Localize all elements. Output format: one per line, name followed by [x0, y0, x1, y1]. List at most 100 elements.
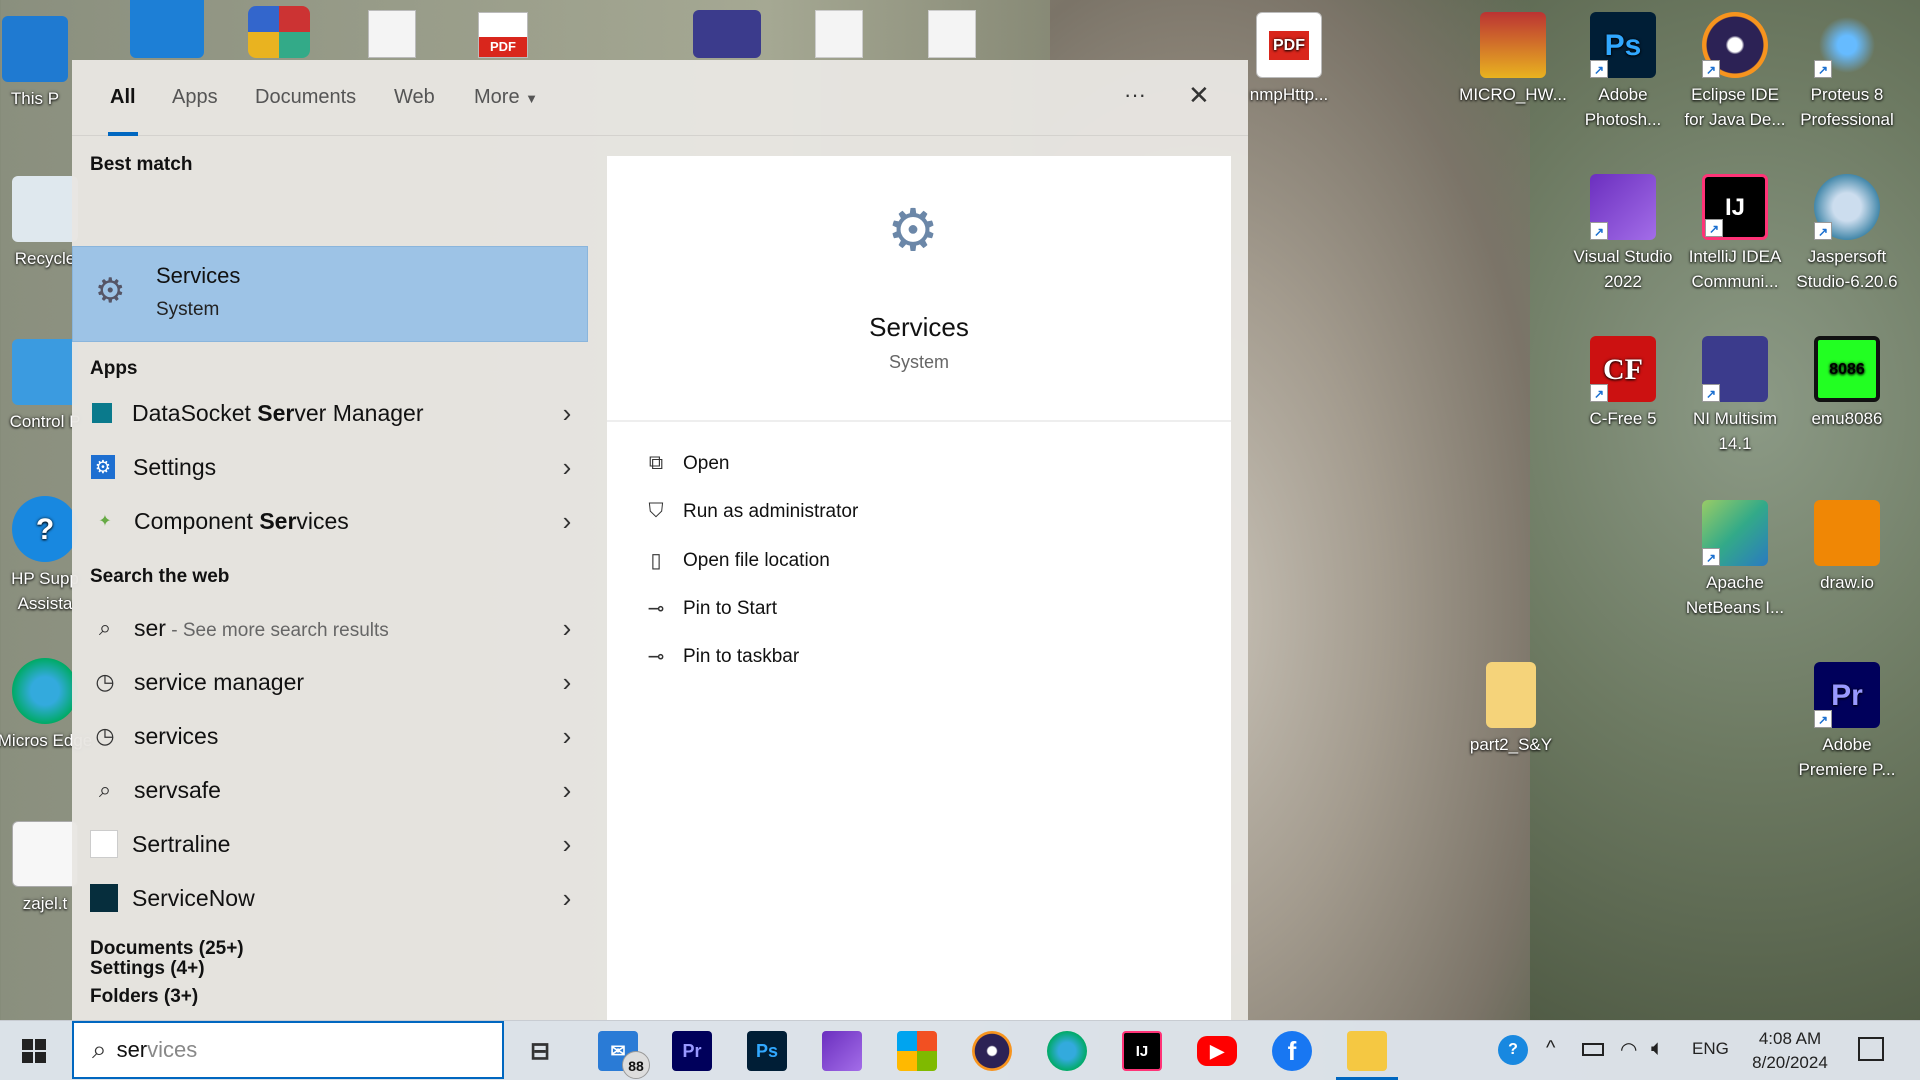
desktop-icon-eclipse[interactable]: ↗ Eclipse IDE for Java De... — [1680, 6, 1790, 132]
wifi-icon[interactable]: ◠ — [1620, 1037, 1637, 1062]
close-button[interactable]: ✕ — [1188, 80, 1210, 111]
battery-icon[interactable] — [1582, 1043, 1604, 1056]
app-result-label: Settings — [133, 454, 547, 481]
search-icon: ⌕ — [98, 615, 112, 640]
desktop-icon-intellij[interactable]: IJ ↗ IntelliJ IDEA Communi... — [1680, 168, 1790, 294]
photoshop-icon[interactable]: Ps — [747, 1031, 787, 1071]
volume-icon[interactable]: 🔈︎ — [1651, 1035, 1664, 1061]
label-part: ver Manager — [294, 399, 424, 426]
pin-icon: ⊸ — [647, 598, 665, 620]
start-button[interactable] — [22, 1039, 46, 1063]
desktop-icon-photoshop[interactable]: Ps ↗ Adobe Photosh... — [1568, 6, 1678, 132]
chevron-right-icon[interactable]: › — [547, 829, 587, 860]
app-cube-icon[interactable] — [248, 6, 310, 58]
file-explorer-icon[interactable] — [1347, 1031, 1387, 1071]
sertraline-icon — [90, 830, 118, 858]
chevron-right-icon[interactable]: › — [547, 452, 587, 483]
shortcut-arrow-icon: ↗ — [1590, 384, 1608, 402]
desktop-icon-cfree[interactable]: CF ↗ C-Free 5 — [1568, 330, 1678, 431]
desktop-icon-label: Apache NetBeans I... — [1685, 573, 1785, 617]
history-icon: ◷ — [95, 669, 115, 694]
desktop-icon-micro-hw[interactable]: MICRO_HW... — [1458, 6, 1568, 107]
document-icon[interactable] — [928, 10, 976, 58]
documents-section[interactable]: Documents (25+) — [90, 938, 244, 960]
facebook-icon[interactable]: f — [1272, 1031, 1312, 1071]
document-icon[interactable] — [815, 10, 863, 58]
list-item[interactable]: ◷ service manager › — [72, 655, 607, 709]
youtube-icon[interactable]: ▶ — [1197, 1036, 1237, 1066]
best-match-item[interactable]: ⚙ Services System — [72, 246, 588, 342]
language-indicator[interactable]: ENG — [1692, 1039, 1729, 1059]
desktop-icon-part2[interactable]: part2_S&Y — [1456, 656, 1566, 757]
mail-icon[interactable]: ✉ 88 — [598, 1031, 650, 1079]
cfree-glyph: CF — [1603, 352, 1643, 386]
pin-to-taskbar-action[interactable]: ⊸ Pin to taskbar — [641, 644, 800, 669]
desktop-icon-drawio[interactable]: draw.io — [1792, 494, 1902, 595]
tab-documents[interactable]: Documents — [255, 86, 356, 136]
open-file-location-action[interactable]: ▯ Open file location — [641, 548, 829, 573]
desktop-icon-multisim[interactable]: ↗ NI Multisim 14.1 — [1680, 330, 1790, 456]
desktop-icon-visual-studio[interactable]: ↗ Visual Studio 2022 — [1568, 168, 1678, 294]
desktop-icon-label: draw.io — [1820, 573, 1874, 592]
edge-icon — [12, 658, 78, 724]
control-panel-icon — [12, 339, 78, 405]
list-item[interactable]: ⚙ Settings › — [72, 440, 607, 494]
edge-icon[interactable] — [1047, 1031, 1087, 1071]
pdf-file-icon[interactable]: PDF — [478, 12, 528, 58]
folders-section[interactable]: Folders (3+) — [90, 986, 198, 1008]
tab-all[interactable]: All — [108, 86, 138, 136]
tab-more[interactable]: More ▼ — [474, 86, 538, 136]
chevron-right-icon[interactable]: › — [547, 613, 587, 644]
tab-web[interactable]: Web — [394, 86, 435, 136]
tab-more-label: More — [474, 86, 520, 108]
proteus-icon: ↗ — [1814, 12, 1880, 78]
search-tabs-bar: All Apps Documents Web More ▼ ··· ✕ — [72, 60, 1248, 136]
chevron-right-icon[interactable]: › — [547, 721, 587, 752]
desktop-icon-proteus[interactable]: ↗ Proteus 8 Professional — [1792, 6, 1902, 132]
chevron-right-icon[interactable]: › — [547, 398, 587, 429]
best-match-title: Services — [156, 263, 241, 288]
eclipse-icon[interactable] — [972, 1031, 1012, 1071]
document-icon[interactable] — [368, 10, 416, 58]
list-item[interactable]: DataSocket Server Manager › — [72, 386, 607, 440]
tab-apps[interactable]: Apps — [172, 86, 218, 136]
visual-studio-icon[interactable] — [822, 1031, 862, 1071]
store-icon[interactable] — [897, 1031, 937, 1071]
list-item[interactable]: ✦ Component Services › — [72, 494, 607, 548]
taskbar-search-box[interactable]: ⌕ ser vices — [72, 1021, 504, 1079]
photos-icon[interactable] — [130, 0, 204, 58]
premiere-icon[interactable]: Pr — [672, 1031, 712, 1071]
task-view-icon[interactable]: ⊟ — [520, 1031, 560, 1071]
notifications-icon[interactable] — [1858, 1037, 1884, 1061]
chevron-right-icon[interactable]: › — [547, 883, 587, 914]
clock[interactable]: 4:08 AM 8/20/2024 — [1740, 1027, 1840, 1075]
list-item[interactable]: Sertraline › — [72, 817, 607, 871]
multisim-partial-icon[interactable] — [693, 10, 761, 58]
intellij-icon[interactable]: IJ — [1122, 1031, 1162, 1071]
chevron-right-icon[interactable]: › — [547, 667, 587, 698]
more-options-button[interactable]: ··· — [1124, 82, 1146, 108]
desktop-icon-jaspersoft[interactable]: ↗ Jaspersoft Studio-6.20.6 — [1792, 168, 1902, 294]
chevron-right-icon[interactable]: › — [547, 775, 587, 806]
open-action[interactable]: ⧉ Open — [641, 452, 730, 475]
list-item[interactable]: ServiceNow › — [72, 871, 607, 925]
chevron-right-icon[interactable]: › — [547, 506, 587, 537]
visual-studio-icon: ↗ — [1590, 174, 1656, 240]
list-item[interactable]: ⌕ servsafe › — [72, 763, 607, 817]
open-icon: ⧉ — [648, 452, 664, 474]
desktop-icon-emu8086[interactable]: 8086 emu8086 — [1792, 330, 1902, 431]
windows-logo-tile — [22, 1039, 33, 1050]
chevron-up-icon[interactable]: ^ — [1546, 1037, 1555, 1060]
desktop-icon-premiere[interactable]: Pr ↗ Adobe Premiere P... — [1792, 656, 1902, 782]
run-as-admin-action[interactable]: ⛉ Run as administrator — [641, 500, 859, 523]
help-tray-icon[interactable]: ? — [1498, 1035, 1528, 1065]
shortcut-arrow-icon: ↗ — [1702, 548, 1720, 566]
desktop-icon-label: Adobe Photosh... — [1584, 85, 1662, 129]
list-item[interactable]: ⌕ ser - See more search results › — [72, 601, 607, 655]
pin-to-start-action[interactable]: ⊸ Pin to Start — [641, 596, 777, 621]
windows-logo-tile — [35, 1052, 46, 1063]
settings-section[interactable]: Settings (4+) — [90, 958, 205, 980]
list-item[interactable]: ◷ services › — [72, 709, 607, 763]
desktop-icon-netbeans[interactable]: ↗ Apache NetBeans I... — [1680, 494, 1790, 620]
desktop-icon-snmphttp[interactable]: PDF nmpHttp... — [1234, 6, 1344, 107]
